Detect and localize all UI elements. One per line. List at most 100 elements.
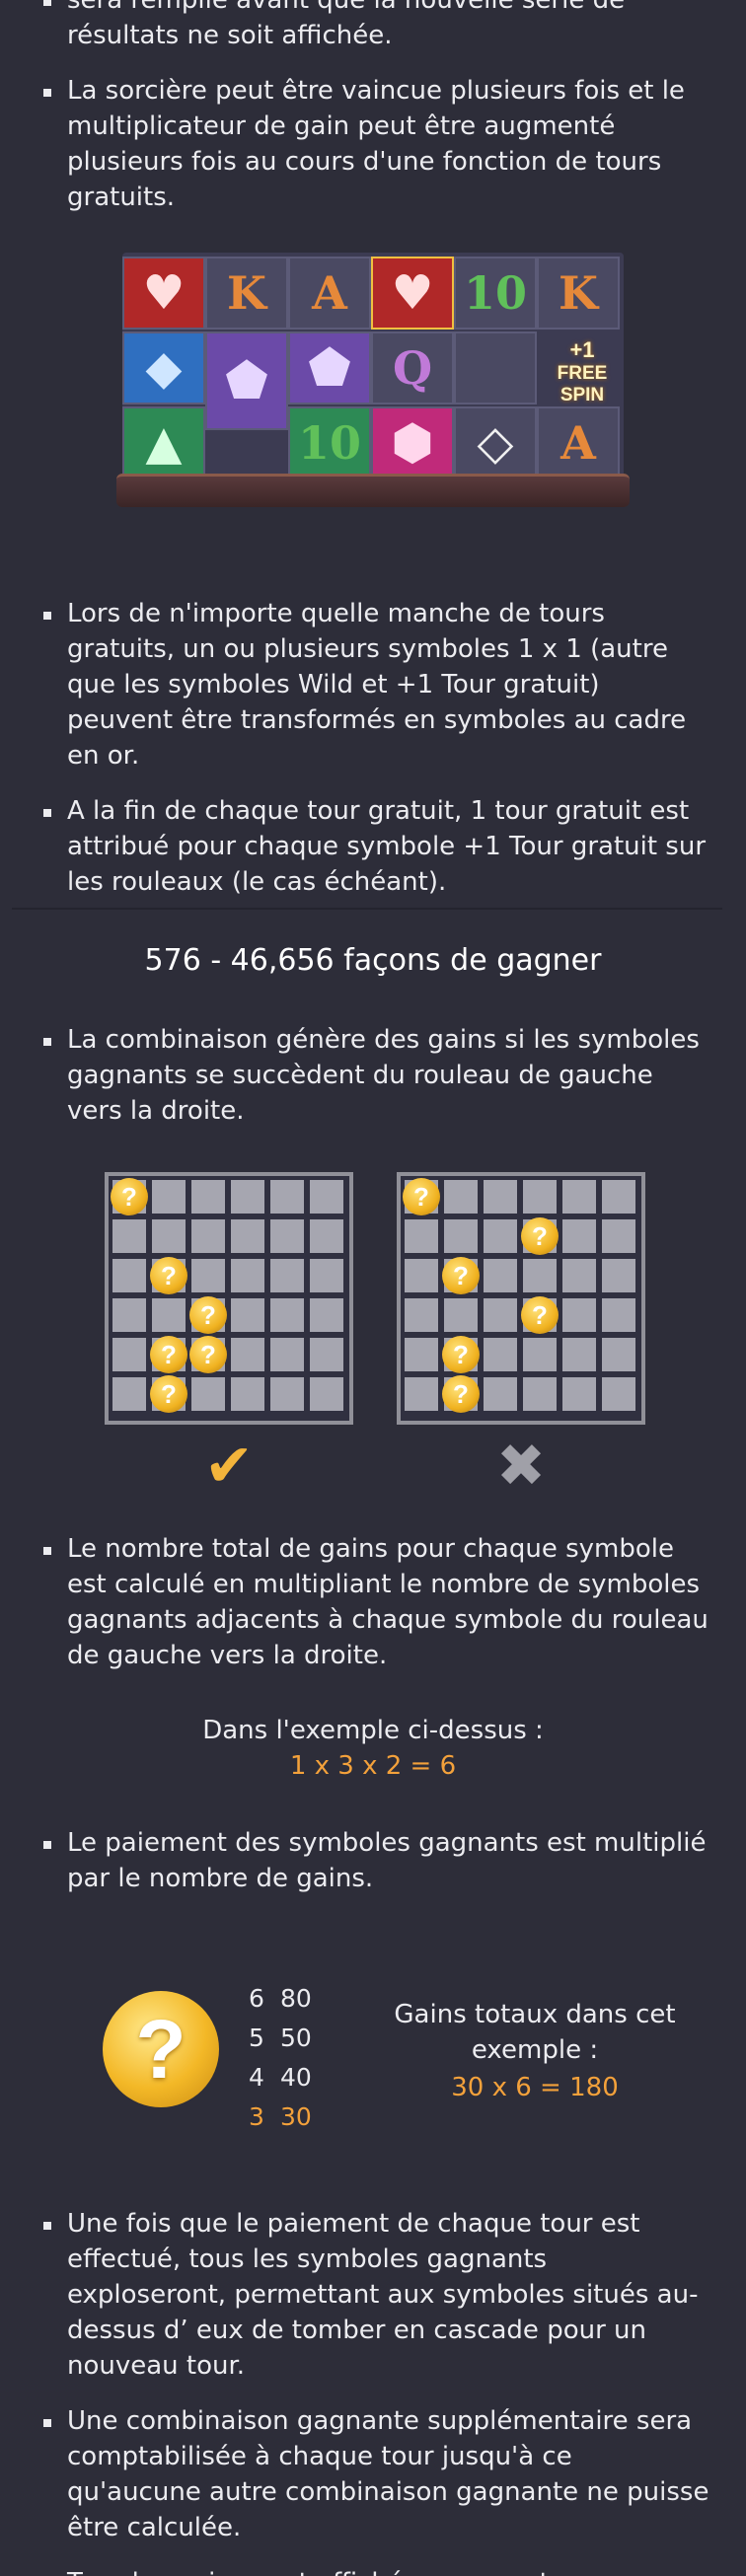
mystery-coin-icon: ? bbox=[521, 1296, 559, 1334]
mystery-coin-icon: ? bbox=[150, 1257, 187, 1294]
grid-cell bbox=[405, 1338, 438, 1371]
example-formula: 1 x 3 x 2 = 6 bbox=[289, 1751, 457, 1781]
free-spin-badge: +1 FREE SPIN bbox=[557, 337, 608, 405]
ways-count-bullet-list: Le nombre total de gains pour chaque sym… bbox=[0, 1531, 746, 1689]
pentagon-gem-icon: ⬟ bbox=[288, 331, 371, 405]
grid-cell bbox=[152, 1219, 186, 1253]
grid-cell bbox=[270, 1219, 304, 1253]
grid-cell bbox=[523, 1259, 557, 1292]
heart-gem-icon: ♥ bbox=[122, 257, 205, 330]
mystery-coin-icon: ? bbox=[150, 1336, 187, 1373]
grid-cell bbox=[562, 1219, 596, 1253]
grid-cell bbox=[444, 1298, 478, 1332]
heart-gem-icon: ♥ bbox=[371, 257, 454, 330]
grid-cell bbox=[484, 1338, 517, 1371]
grid-cell bbox=[191, 1377, 225, 1411]
paytable-count: 6 bbox=[249, 1984, 264, 2013]
grid-cell bbox=[602, 1259, 635, 1292]
reel-symbol: A bbox=[537, 406, 620, 479]
ways-section-title: 576 - 46,656 façons de gagner bbox=[144, 943, 602, 978]
grid-cell bbox=[152, 1298, 186, 1332]
grid-cell bbox=[231, 1259, 264, 1292]
mystery-coin-icon: ? bbox=[111, 1178, 148, 1215]
grid-cell bbox=[602, 1180, 635, 1214]
grid-cell bbox=[191, 1259, 225, 1292]
grid-cell bbox=[523, 1180, 557, 1214]
grid-cell bbox=[270, 1377, 304, 1411]
grid-cell bbox=[310, 1338, 343, 1371]
grid-cell bbox=[484, 1180, 517, 1214]
grid-cell bbox=[310, 1259, 343, 1292]
reel-symbol: 10 bbox=[288, 406, 371, 479]
mystery-symbol-icon: ? bbox=[103, 1991, 219, 2107]
grid-cell bbox=[270, 1298, 304, 1332]
reel-symbol: A bbox=[288, 257, 371, 330]
mystery-coin-icon: ? bbox=[189, 1296, 227, 1334]
valid-ways-diagram: ?????? bbox=[105, 1172, 353, 1425]
grid-cell bbox=[602, 1377, 635, 1411]
example-label: Dans l'exemple ci-dessus : bbox=[202, 1716, 544, 1745]
triangle-gem-icon: ▲ bbox=[122, 406, 205, 479]
grid-cell bbox=[112, 1298, 146, 1332]
reel-base bbox=[116, 474, 630, 507]
paytable-value: 80 bbox=[280, 1984, 312, 2013]
section-divider bbox=[12, 908, 722, 910]
cross-icon: ✖ bbox=[495, 1432, 547, 1501]
paytable-page: sera remplie avant que la nouvelle série… bbox=[0, 0, 746, 2576]
grid-cell bbox=[270, 1259, 304, 1292]
grid-cell bbox=[152, 1180, 186, 1214]
grid-cell bbox=[523, 1338, 557, 1371]
grid-cell bbox=[231, 1298, 264, 1332]
mystery-coin-icon: ? bbox=[442, 1336, 480, 1373]
grid-cell bbox=[231, 1338, 264, 1371]
grid-cell bbox=[191, 1219, 225, 1253]
mystery-coin-icon: ? bbox=[189, 1336, 227, 1373]
grid-cell bbox=[112, 1219, 146, 1253]
paytable-count: 4 bbox=[249, 2063, 264, 2092]
hexagon-gem-icon: ⬢ bbox=[371, 406, 454, 479]
grid-cell bbox=[310, 1180, 343, 1214]
reel-symbol: K bbox=[205, 257, 288, 330]
intro-bullet-list: sera remplie avant que la nouvelle série… bbox=[0, 0, 746, 231]
grid-cell bbox=[602, 1298, 635, 1332]
paytable-row-highlighted: 3 30 bbox=[249, 2098, 337, 2137]
mystery-coin-icon: ? bbox=[442, 1375, 480, 1413]
grid-cell bbox=[444, 1219, 478, 1253]
grid-cell bbox=[405, 1219, 438, 1253]
mystery-coin-icon: ? bbox=[521, 1217, 559, 1255]
grid-cell bbox=[562, 1377, 596, 1411]
freespin-reel-illustration: ♥ K A ♥ 10 K ◆ ⬟ ⬟ Q ▲ 10 ⬢ ◇ A +1 FREE … bbox=[116, 253, 630, 519]
paytable-value: 40 bbox=[280, 2063, 312, 2092]
cascade-bullet: Tous les gains sont affichés en argent. bbox=[41, 2565, 710, 2576]
grid-cell bbox=[405, 1298, 438, 1332]
grid-cell bbox=[602, 1338, 635, 1371]
paytable-value: 30 bbox=[280, 2102, 312, 2131]
grid-cell bbox=[484, 1259, 517, 1292]
grid-cell bbox=[484, 1298, 517, 1332]
grid-cell bbox=[270, 1180, 304, 1214]
grid-cell bbox=[602, 1219, 635, 1253]
grid-cell bbox=[405, 1377, 438, 1411]
grid-cell bbox=[270, 1338, 304, 1371]
grid-cell bbox=[484, 1219, 517, 1253]
paytable-count: 5 bbox=[249, 2024, 264, 2052]
grid-cell bbox=[231, 1219, 264, 1253]
ways-bullet: Le nombre total de gains pour chaque sym… bbox=[41, 1531, 710, 1673]
freespin-bullet-list: Lors de n'importe quelle manche de tours… bbox=[0, 596, 746, 916]
pentagon-gem-icon: ⬟ bbox=[205, 331, 288, 430]
reel-symbol: K bbox=[537, 257, 620, 330]
grid-cell bbox=[562, 1259, 596, 1292]
grid-cell bbox=[310, 1377, 343, 1411]
grid-cell bbox=[484, 1377, 517, 1411]
grid-cell bbox=[112, 1377, 146, 1411]
reel-symbol-empty bbox=[454, 331, 537, 405]
grid-cell bbox=[523, 1377, 557, 1411]
cascade-bullet: Une combinaison gagnante supplémentaire … bbox=[41, 2403, 710, 2545]
intro-bullet: La sorcière peut être vaincue plusieurs … bbox=[41, 73, 710, 215]
grid-cell bbox=[444, 1180, 478, 1214]
diamond-gem-icon: ◇ bbox=[454, 406, 537, 479]
paytable-count: 3 bbox=[249, 2102, 264, 2131]
grid-cell bbox=[562, 1298, 596, 1332]
checkmark-icon: ✔ bbox=[203, 1432, 255, 1501]
freespin-bullet: A la fin de chaque tour gratuit, 1 tour … bbox=[41, 793, 710, 900]
